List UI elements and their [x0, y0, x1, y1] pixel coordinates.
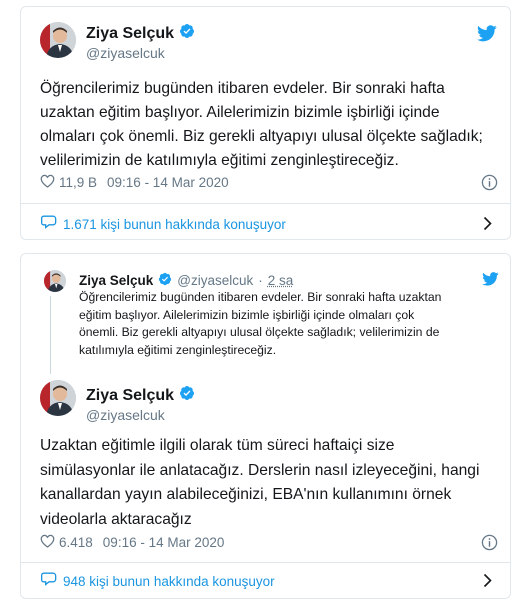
tweet-timestamp[interactable]: 09:16 - 14 Mar 2020: [107, 175, 229, 190]
author-name[interactable]: Ziya Selçuk: [86, 25, 174, 43]
avatar-image: [40, 380, 76, 416]
tweet-card-1[interactable]: Ziya Selçuk @ziyaselcuk Öğrencilerimiz b…: [20, 6, 511, 240]
tweet-age[interactable]: 2 sa: [268, 273, 294, 288]
tweet-timestamp[interactable]: 09:16 - 14 Mar 2020: [103, 535, 225, 550]
tweet-text-line: videolarla aktaracağız: [40, 510, 192, 528]
author-handle[interactable]: @ziyaselcuk: [86, 45, 165, 61]
like-count[interactable]: 11,9 B: [59, 175, 97, 190]
avatar[interactable]: [40, 22, 76, 58]
twitter-bird-icon[interactable]: [477, 25, 497, 47]
tweet-text-line: eğitim başlıyor. Ailelerimizin bizimle i…: [79, 307, 415, 322]
conversation-link[interactable]: 1.671 kişi bunun hakkında konuşuyor: [21, 204, 510, 244]
comment-bubble-icon: [41, 214, 57, 234]
tweet-text-line: simülasyonlar ile anlatacağız. Derslerin…: [40, 461, 480, 479]
tweet-text-line: Öğrencilerimiz bugünden itibaren evdeler…: [40, 80, 445, 97]
author-handle[interactable]: @ziyaselcuk: [177, 273, 253, 288]
avatar-image: [44, 270, 66, 292]
author-handle[interactable]: @ziyaselcuk: [86, 407, 165, 423]
verified-badge-icon: [158, 272, 172, 289]
quoted-tweet-text: Öğrencilerimiz bugünden itibaren evdeler…: [79, 289, 441, 359]
avatar-image: [40, 22, 76, 58]
heart-icon[interactable]: [40, 174, 55, 191]
thread-connector-line: [50, 296, 51, 374]
info-icon[interactable]: [481, 534, 498, 556]
author-name[interactable]: Ziya Selçuk: [79, 273, 153, 288]
tweet-text-line: velilerimizin de katılımıyla eğitimi zen…: [40, 152, 399, 169]
conversation-count[interactable]: 1.671 kişi bunun hakkında konuşuyor: [63, 217, 286, 232]
like-count[interactable]: 6.418: [59, 535, 93, 550]
comment-bubble-icon: [41, 571, 57, 591]
author-name[interactable]: Ziya Selçuk: [86, 387, 174, 405]
chevron-right-icon: [483, 216, 492, 236]
heart-icon[interactable]: [40, 534, 55, 551]
dot-separator: ·: [258, 273, 263, 288]
tweet-text: Uzaktan eğitimle ilgili olarak tüm sürec…: [40, 434, 479, 532]
conversation-link[interactable]: 948 kişi bunun hakkında konuşuyor: [21, 563, 510, 599]
tweet-text-line: olmaları çok önemli. Biz gerekli altyapı…: [40, 128, 483, 145]
conversation-count[interactable]: 948 kişi bunun hakkında konuşuyor: [63, 574, 275, 589]
tweet-text-line: Uzaktan eğitimle ilgili olarak tüm sürec…: [40, 437, 395, 454]
chevron-right-icon: [483, 573, 492, 593]
twitter-bird-icon[interactable]: [482, 272, 499, 291]
tweet-text-line: Öğrencilerimiz bugünden itibaren evdeler…: [79, 290, 442, 304]
tweet-text-line: katılımıyla eğitimi zenginleştireceğiz.: [79, 342, 277, 357]
tweet-text-line: önemli. Biz gerekli altyapıyı ulusal ölç…: [79, 325, 440, 339]
tweet-text-line: uzaktan eğitim başlıyor. Ailelerimizin b…: [40, 104, 440, 121]
verified-badge-icon: [179, 23, 195, 44]
info-icon[interactable]: [481, 174, 498, 196]
tweet-text: Öğrencilerimiz bugünden itibaren evdeler…: [40, 77, 483, 173]
tweet-text-line: kanallardan yayın alabileceğinizi, EBA'n…: [40, 486, 452, 503]
avatar[interactable]: [40, 380, 76, 416]
tweet-card-2[interactable]: Ziya Selçuk @ziyaselcuk · 2 sa Öğrencile…: [20, 253, 511, 599]
verified-badge-icon: [179, 385, 195, 406]
avatar[interactable]: [44, 270, 66, 292]
